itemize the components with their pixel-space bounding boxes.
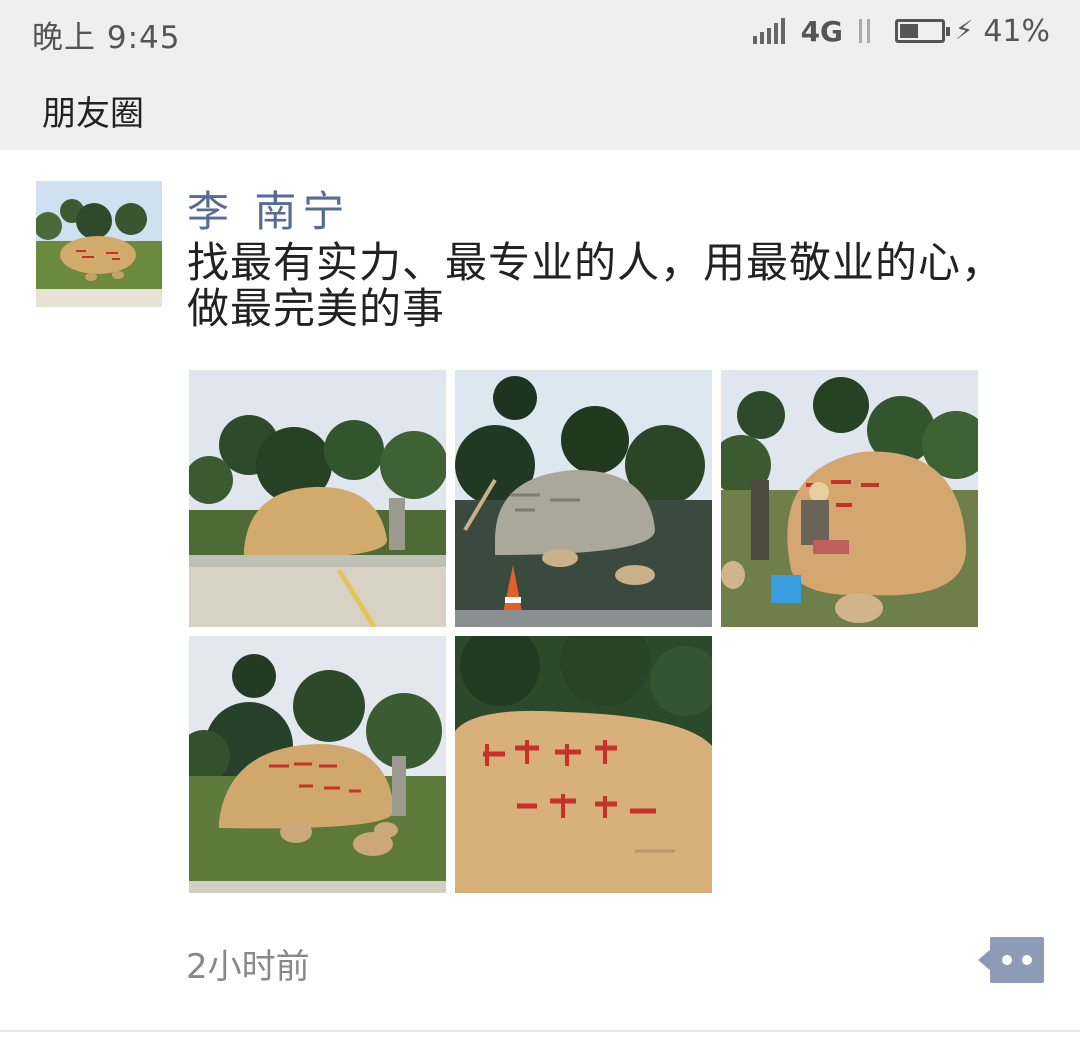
post-divider xyxy=(0,1030,1080,1032)
post-photo-3[interactable] xyxy=(721,370,978,627)
charging-icon: ⚡ xyxy=(955,16,974,46)
page-title: 朋友圈 xyxy=(42,94,144,134)
network-type: 4G xyxy=(800,14,844,48)
post-timestamp: 2小时前 xyxy=(186,947,310,987)
battery-icon xyxy=(895,19,951,43)
author-name[interactable]: 李 南宁 xyxy=(187,178,350,239)
post-photo-5[interactable] xyxy=(455,636,712,893)
post-text: 找最有实力、最专业的人，用最敬业的心，做最完美的事 xyxy=(187,238,1005,333)
status-bar: 晚上 9:45 4G ⚡ 41% xyxy=(0,0,1080,62)
app-header: 朋友圈 xyxy=(0,62,1080,150)
post-photo-4[interactable] xyxy=(189,636,446,893)
more-icon xyxy=(990,937,1044,983)
avatar[interactable] xyxy=(36,181,162,307)
status-indicators: 4G ⚡ 41% xyxy=(752,12,1050,50)
post-photo-2[interactable] xyxy=(455,370,712,627)
data-transfer-icon xyxy=(853,17,877,45)
post-photo-1[interactable] xyxy=(189,370,446,627)
signal-icon xyxy=(752,18,785,44)
more-dot xyxy=(1002,955,1012,965)
comment-more-button[interactable] xyxy=(978,937,1044,983)
status-time: 晚上 9:45 xyxy=(32,20,181,56)
battery-percent: 41% xyxy=(983,13,1050,49)
more-dot xyxy=(1022,955,1032,965)
battery-level-fill xyxy=(900,24,919,38)
